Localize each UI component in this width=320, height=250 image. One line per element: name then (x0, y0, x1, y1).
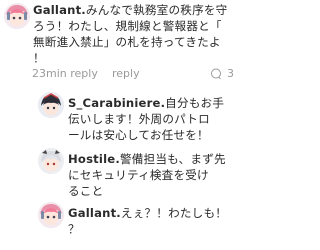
avatar-s-carabiniere[interactable] (38, 92, 64, 118)
timestamp: 23min reply (32, 67, 98, 80)
reply-text: Gallant.えぇ？！わたしも！ ？ (68, 206, 228, 236)
avatar-gallant[interactable] (4, 3, 30, 29)
reply-count: 3 (227, 67, 234, 80)
username[interactable]: Gallant. (33, 3, 86, 17)
comment-meta: 23min reply reply 3 (32, 66, 236, 82)
username[interactable]: Hostile. (68, 152, 120, 166)
reply-text: Hostile.警備担当も、まず先 にセキュリティ検査を受け ること (68, 152, 226, 198)
reply-link[interactable]: reply (112, 67, 140, 80)
comment-bubble-icon[interactable] (210, 68, 222, 83)
username[interactable]: Gallant. (68, 206, 121, 220)
comment-text: Gallant.みんなで執務室の秩序を守 ろう！わたし、規制線と警報器と「 無断… (33, 3, 228, 65)
reply-text: S_Carabiniere.自分もお手 伝いします！外周のパトロ ールは安心して… (68, 96, 225, 142)
avatar-hostile[interactable] (38, 148, 64, 174)
username[interactable]: S_Carabiniere. (68, 96, 165, 110)
avatar-gallant[interactable] (38, 202, 64, 228)
